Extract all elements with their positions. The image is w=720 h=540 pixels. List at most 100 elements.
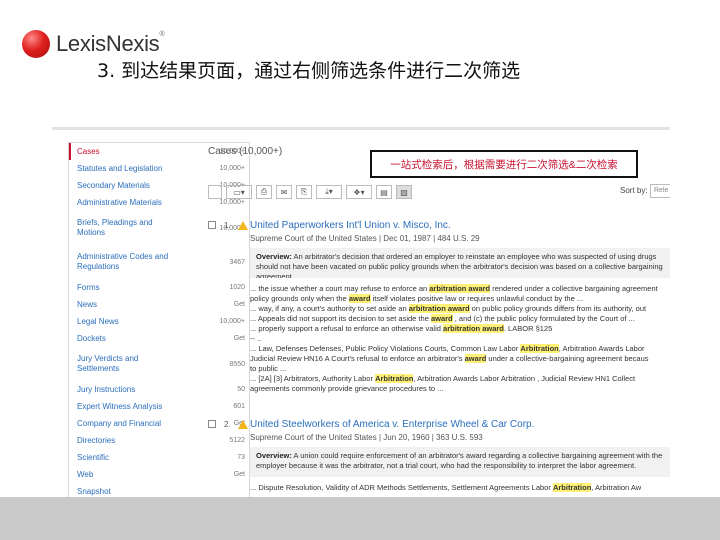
sidebar-item-label: Administrative Materials [77, 197, 162, 207]
result-title-link[interactable]: United Steelworkers of America v. Enterp… [250, 419, 534, 430]
sidebar-item-label: Directories [77, 435, 116, 445]
bottom-bar [0, 497, 720, 540]
snippet-line: policy grounds only when the award itsel… [250, 294, 670, 304]
print-icon[interactable]: ⎙ [256, 185, 272, 199]
search-term-highlight: Arbitration [375, 374, 414, 383]
screenshot-panel: Cases 10,000+ Statutes and Legislation 10,0… [52, 127, 670, 497]
search-term-highlight: arbitration award [429, 284, 491, 293]
sidebar-item-count: 10,000+ [219, 165, 246, 172]
snippet-text: rendered under a collective bargaining a… [490, 284, 658, 293]
snippet-line: ... way, if any, a court's authority to … [250, 304, 670, 314]
result-title-link[interactable]: United Paperworkers Int'l Union v. Misco… [250, 220, 451, 231]
sidebar-item-label: Legal News [77, 316, 119, 326]
result-item: 1. United Paperworkers Int'l Union v. Mis… [208, 218, 670, 394]
search-term-highlight: award [430, 314, 453, 323]
sidebar-item-label: Forms [77, 282, 100, 292]
result-item: 2. United Steelworkers of America v. Ente… [208, 417, 670, 493]
snippet-text: ... way, if any, a court's authority to … [250, 304, 409, 313]
result-meta: Supreme Court of the United States | Dec… [250, 234, 480, 243]
snippet-text: itself violates positive law or requires… [370, 294, 584, 303]
sidebar-item-label: Scientific [77, 452, 110, 462]
shepard-icon[interactable]: ▧ [396, 185, 412, 199]
warning-flag-icon [238, 220, 248, 230]
sidebar-item-label: Cases [77, 146, 100, 156]
download-icon[interactable]: ⤓▾ [316, 185, 342, 199]
sidebar-item-label: Administrative Codes and Regulations [77, 252, 169, 271]
sidebar-item-count: 601 [233, 403, 245, 410]
sidebar-item-label: Briefs, Pleadings and Motions [77, 218, 153, 237]
snippet-text: , Arbitration Awards Labor Arbitration ,… [413, 374, 636, 383]
result-number: 2. [224, 419, 231, 429]
result-header: 1. United Paperworkers Int'l Union v. Mis… [208, 218, 670, 232]
lexisnexis-logo: LexisNexis® [22, 30, 165, 58]
snippet-text: ... Law, Defenses Defenses, Public Polic… [250, 344, 521, 353]
results-toolbar: ▭▾ ⎙ ✉ ⎘ ⤓▾ ❖▾ ▤ ▧ Sort by: Rele [208, 182, 670, 202]
result-snippets: ... Dispute Resolution, Validity of ADR … [250, 483, 670, 493]
annotation-callout: 一站式检索后，根据需要进行二次筛选&二次检索 [370, 150, 638, 178]
result-checkbox[interactable] [208, 420, 216, 428]
sidebar-item-label: Snapshot [77, 486, 111, 496]
result-checkbox[interactable] [208, 221, 216, 229]
snippet-text: , Arbitration Aw [591, 483, 642, 492]
sidebar-item-label: Dockets [77, 333, 106, 343]
snippet-text: -- .. [250, 334, 262, 343]
snippet-text: ... Dispute Resolution, Validity of ADR … [250, 483, 553, 492]
snippet-text: ... Appeals did not support its decision… [250, 314, 431, 323]
results-heading: Cases (10,000+) [208, 146, 283, 157]
snippet-text: , and (c) the public policy formulated b… [452, 314, 635, 323]
search-term-highlight: award [464, 354, 487, 363]
folder-icon[interactable]: ▭▾ [226, 185, 252, 199]
sidebar-item-label: Expert Witness Analysis [77, 401, 163, 411]
sidebar-item-label: Secondary Materials [77, 180, 150, 190]
search-term-highlight: arbitration award [408, 304, 470, 313]
link-icon[interactable]: ⎘ [296, 185, 312, 199]
search-term-highlight: Arbitration [520, 344, 559, 353]
warning-flag-icon [238, 419, 248, 429]
snippet-text: Judicial Review HN16 A Court's refusal t… [250, 354, 465, 363]
sidebar-item-label: Jury Verdicts and Settlements [77, 354, 139, 373]
result-header: 2. United Steelworkers of America v. Ente… [208, 417, 670, 431]
sort-label: Sort by: [620, 186, 648, 195]
snippet-line: ... Dispute Resolution, Validity of ADR … [250, 483, 670, 493]
snippet-line: Judicial Review HN16 A Court's refusal t… [250, 354, 670, 364]
sidebar-item-label: Web [77, 469, 94, 479]
snippet-line: ... [2A] [3] Arbitrators, Authority Labo… [250, 374, 670, 384]
search-term-highlight: award [348, 294, 371, 303]
result-number: 1. [224, 220, 231, 230]
result-overview: Overview: A union could require enforcem… [250, 447, 670, 477]
sidebar-item-label: News [77, 299, 98, 309]
sidebar-item-label: Company and Financial [77, 418, 162, 428]
snippet-text: under a collective-bargaining agreement … [486, 354, 649, 363]
search-term-highlight: arbitration award [443, 324, 504, 333]
sidebar-item-statutes-and-legislation[interactable]: Statutes and Legislation 10,000+ [69, 160, 249, 177]
slide-title: 3. 到达结果页面，通过右侧筛选条件进行二次筛选 [97, 60, 521, 82]
notes-icon[interactable]: ▤ [376, 185, 392, 199]
snippet-text: to public ... [250, 364, 287, 373]
dropbox-icon[interactable]: ❖▾ [346, 185, 372, 199]
search-term-highlight: Arbitration [552, 483, 592, 492]
sort-select[interactable]: Rele [650, 184, 670, 198]
snippet-line: to public ... [250, 364, 670, 374]
snippet-line: ... Appeals did not support its decision… [250, 314, 670, 324]
snippet-text: ... [2A] [3] Arbitrators, Authority Labo… [250, 374, 376, 383]
snippet-text: ... the issue whether a court may refuse… [250, 284, 430, 293]
lexisnexis-ball-icon [22, 30, 50, 58]
email-icon[interactable]: ✉ [276, 185, 292, 199]
snippet-text: agreements commonly provide grievance pr… [250, 384, 444, 393]
snippet-text: on public policy grounds differs from it… [469, 304, 647, 313]
select-all-checkbox[interactable] [208, 185, 222, 199]
snippet-line: ... the issue whether a court may refuse… [250, 284, 670, 294]
logo-text: LexisNexis® [56, 31, 165, 56]
result-meta: Supreme Court of the United States | Jun… [250, 433, 483, 442]
snippet-line: -- .. [250, 334, 670, 344]
snippet-line: ... properly support a refusal to enforc… [250, 324, 670, 334]
snippet-text: policy grounds only when the [250, 294, 349, 303]
snippet-line: ... Law, Defenses Defenses, Public Polic… [250, 344, 670, 354]
sidebar-item-label: Statutes and Legislation [77, 163, 163, 173]
sidebar-item-expert-witness-analysis[interactable]: Expert Witness Analysis 601 [69, 398, 249, 415]
snippet-text: ... properly support a refusal to enforc… [250, 324, 444, 333]
snippet-line: agreements commonly provide grievance pr… [250, 384, 670, 394]
result-snippets: ... the issue whether a court may refuse… [250, 284, 670, 394]
snippet-text: , Arbitration Awards Labor [558, 344, 645, 353]
result-overview: Overview: An arbitrator's decision that … [250, 248, 670, 278]
